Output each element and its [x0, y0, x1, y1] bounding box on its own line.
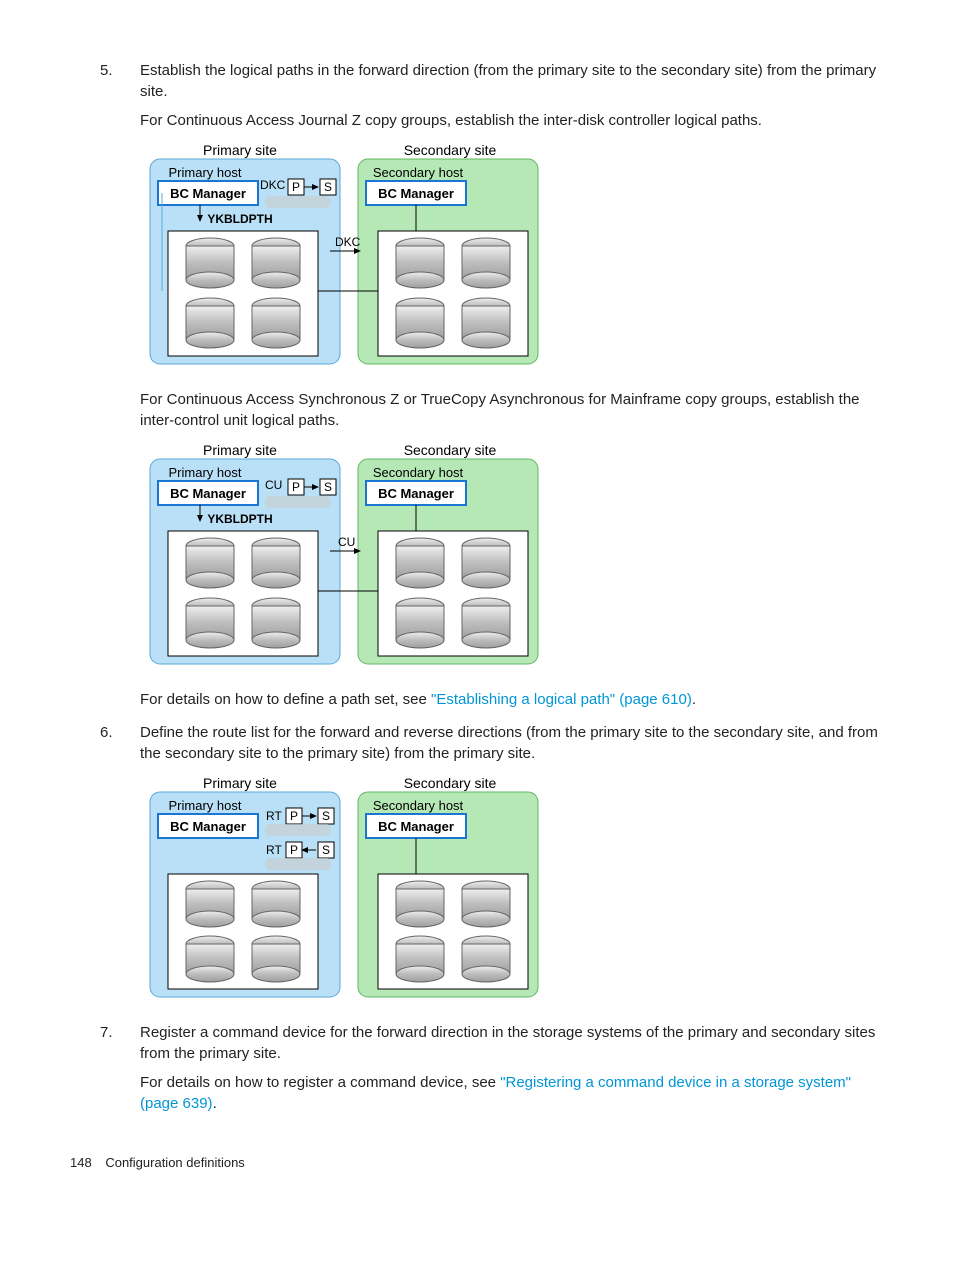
svg-text:BC Manager: BC Manager	[378, 486, 454, 501]
svg-text:Secondary host: Secondary host	[373, 465, 464, 480]
bc-manager-primary: BC Manager	[170, 186, 246, 201]
s-box-1: S	[324, 180, 332, 194]
svg-text:P: P	[290, 843, 298, 857]
svg-text:Primary host: Primary host	[169, 798, 242, 813]
page-number: 148	[70, 1154, 92, 1172]
step-number: 6.	[100, 722, 113, 743]
primary-host-label: Primary host	[169, 165, 242, 180]
p-box-1: P	[292, 180, 300, 194]
cu-label-top: CU	[265, 478, 282, 492]
step-6: 6. Define the route list for the forward…	[100, 722, 884, 1004]
svg-text:Secondary host: Secondary host	[373, 798, 464, 813]
page-footer: 148 Configuration definitions	[70, 1154, 884, 1172]
step-7: 7. Register a command device for the for…	[100, 1022, 884, 1114]
svg-text:BC Manager: BC Manager	[170, 486, 246, 501]
svg-text:P: P	[292, 480, 300, 494]
secondary-host-label: Secondary host	[373, 165, 464, 180]
step-5-text-1: Establish the logical paths in the forwa…	[140, 60, 884, 102]
primary-site-label: Primary site	[203, 142, 277, 158]
svg-text:P: P	[290, 809, 298, 823]
figure-dkc: Primary site Primary host BC Manager DKC…	[140, 141, 884, 371]
rt-label-1: RT	[266, 809, 282, 823]
step-5-text-4: For details on how to define a path set,…	[140, 689, 884, 710]
dkc-label-conn: DKC	[335, 235, 361, 249]
step-7-text-2: For details on how to register a command…	[140, 1072, 884, 1114]
svg-text:Secondary site: Secondary site	[404, 775, 497, 791]
footer-section: Configuration definitions	[105, 1155, 244, 1170]
svg-text:Primary site: Primary site	[203, 442, 277, 458]
step-5-text-2: For Continuous Access Journal Z copy gro…	[140, 110, 884, 131]
step-number: 5.	[100, 60, 113, 81]
svg-text:Secondary site: Secondary site	[404, 442, 497, 458]
svg-text:BC Manager: BC Manager	[378, 819, 454, 834]
step-6-text-1: Define the route list for the forward an…	[140, 722, 884, 764]
step-number: 7.	[100, 1022, 113, 1043]
svg-text:S: S	[322, 843, 330, 857]
svg-text:BC Manager: BC Manager	[170, 819, 246, 834]
figure-cu: Primary site Primary host BC Manager CU …	[140, 441, 884, 671]
rt-label-2: RT	[266, 843, 282, 857]
ykbldpth-label-1: YKBLDPTH	[207, 212, 272, 226]
cu-label-conn: CU	[338, 535, 355, 549]
secondary-site-label: Secondary site	[404, 142, 497, 158]
bc-manager-secondary: BC Manager	[378, 186, 454, 201]
svg-text:Primary host: Primary host	[169, 465, 242, 480]
step-7-text-1: Register a command device for the forwar…	[140, 1022, 884, 1064]
svg-text:S: S	[322, 809, 330, 823]
svg-text:S: S	[324, 480, 332, 494]
figure-rt: Primary site Primary host BC Manager RT …	[140, 774, 884, 1004]
link-establish-logical-path[interactable]: "Establishing a logical path" (page 610)	[431, 691, 692, 708]
step-5: 5. Establish the logical paths in the fo…	[100, 60, 884, 710]
step-5-text-3: For Continuous Access Synchronous Z or T…	[140, 389, 884, 431]
ykbldpth-label-2: YKBLDPTH	[207, 512, 272, 526]
dkc-label-top: DKC	[260, 178, 286, 192]
svg-text:Primary site: Primary site	[203, 775, 277, 791]
